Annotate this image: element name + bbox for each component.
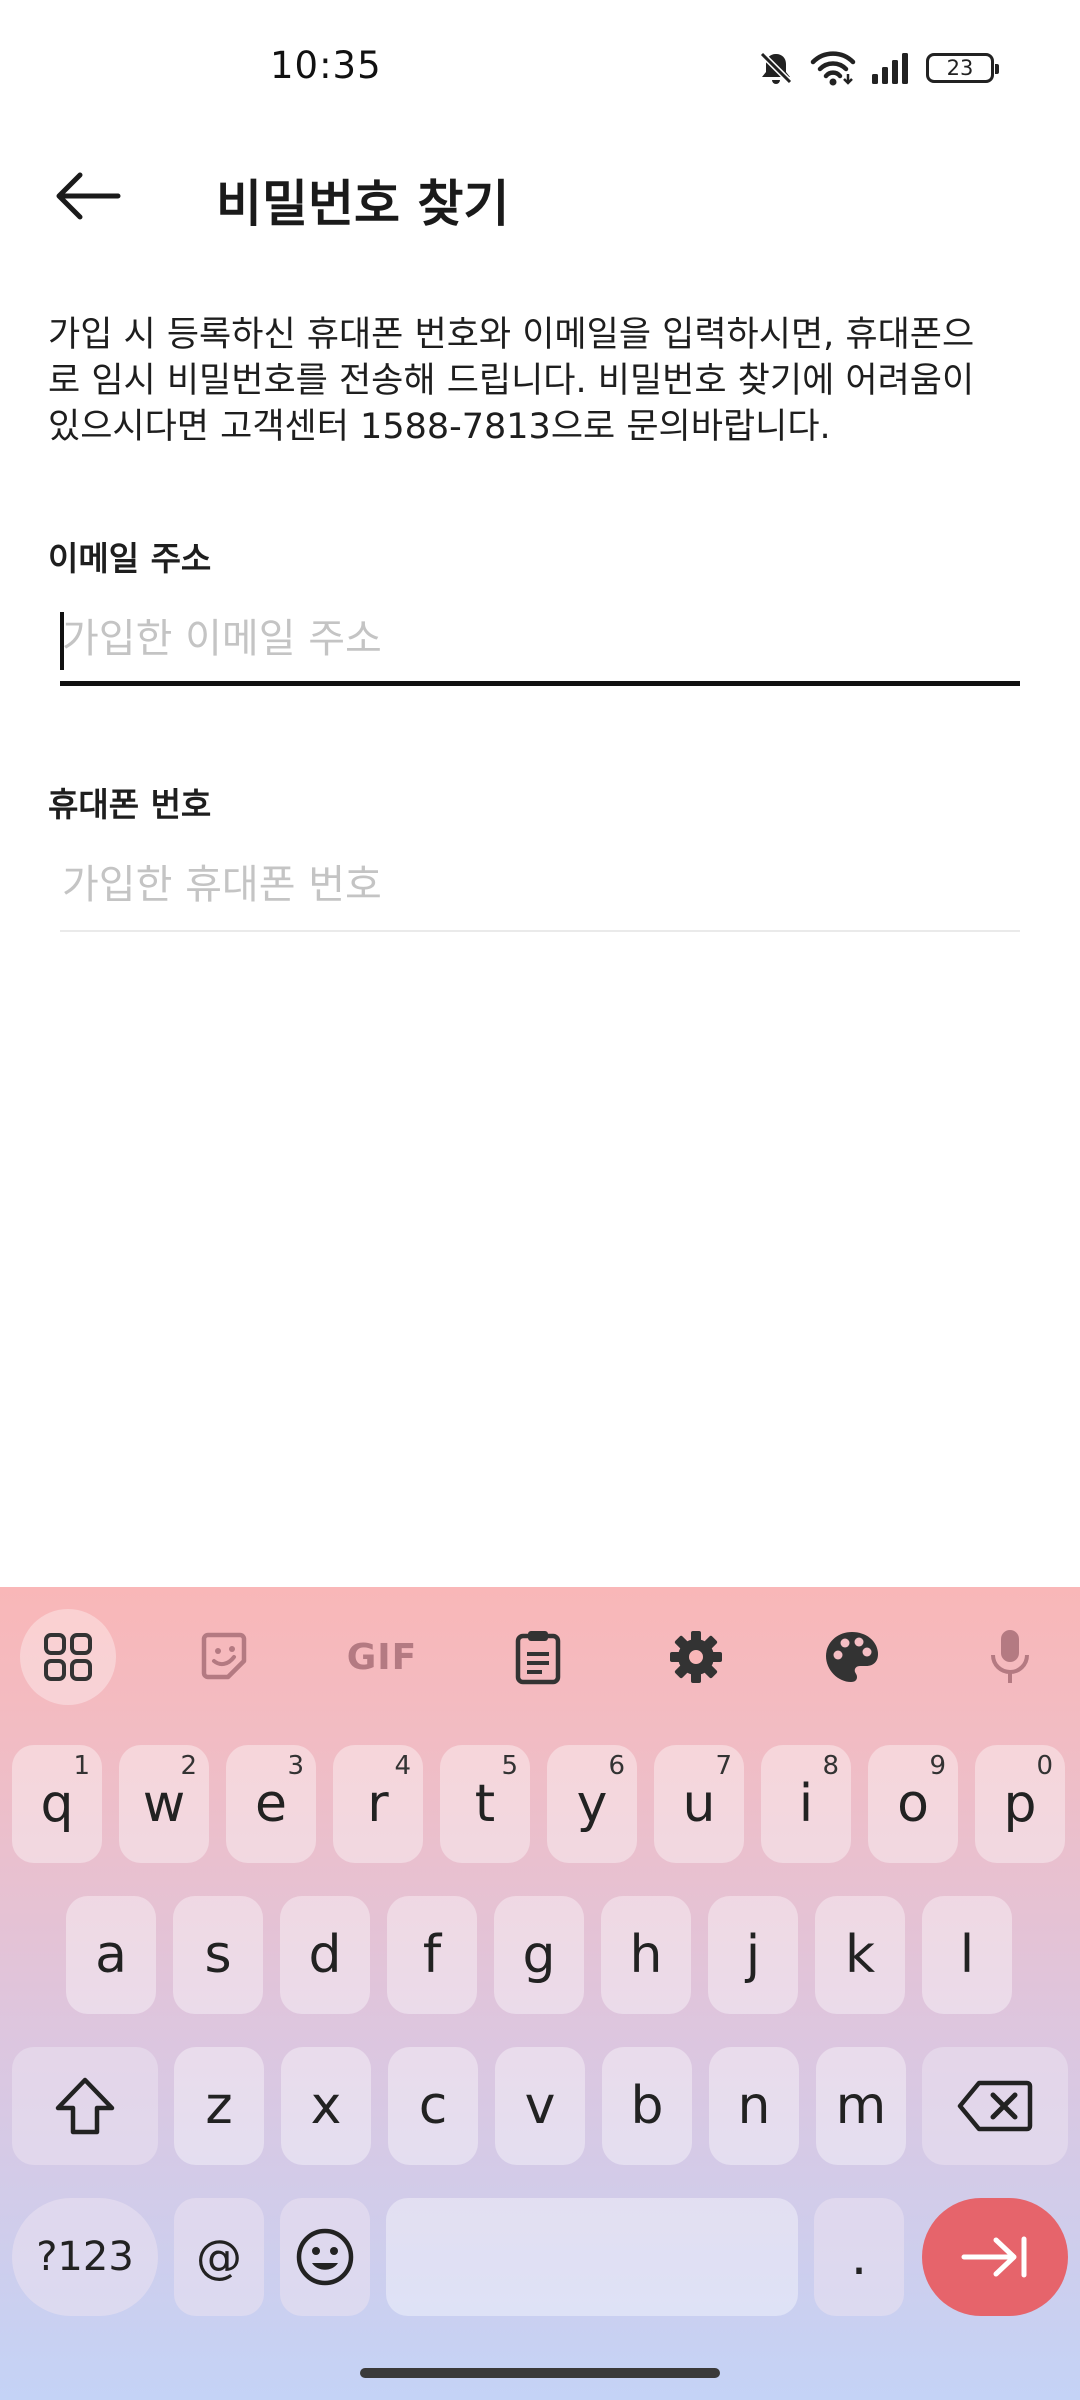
key-f[interactable]: f (387, 1896, 477, 2014)
key-q[interactable]: q1 (12, 1745, 102, 1863)
status-icons: 23 (756, 44, 999, 92)
palette-icon (826, 1632, 878, 1682)
key-number-hint: 3 (287, 1751, 304, 1781)
key-c[interactable]: c (388, 2047, 478, 2165)
mute-icon (759, 51, 793, 85)
next-key[interactable] (922, 2198, 1068, 2316)
navigation-handle[interactable] (360, 2368, 720, 2378)
emoji-icon (296, 2228, 354, 2286)
sticker-button[interactable] (176, 1609, 272, 1705)
at-key[interactable]: @ (174, 2198, 264, 2316)
key-label: p (1003, 1774, 1037, 1834)
email-underline (60, 681, 1020, 686)
theme-button[interactable] (804, 1609, 900, 1705)
key-u[interactable]: u7 (654, 1745, 744, 1863)
email-label: 이메일 주소 (48, 539, 212, 578)
key-label: q (40, 1774, 74, 1834)
backspace-icon (957, 2080, 1033, 2132)
key-m[interactable]: m (816, 2047, 906, 2165)
key-y[interactable]: y6 (547, 1745, 637, 1863)
key-number-hint: 5 (501, 1751, 518, 1781)
key-x[interactable]: x (281, 2047, 371, 2165)
key-label: y (576, 1774, 608, 1834)
text-cursor (60, 612, 64, 670)
email-field-container (60, 604, 1020, 686)
arrow-left-icon (56, 172, 121, 220)
wifi-icon (810, 51, 856, 86)
key-d[interactable]: d (280, 1896, 370, 2014)
period-key[interactable]: . (814, 2198, 904, 2316)
key-k[interactable]: k (815, 1896, 905, 2014)
key-label: r (367, 1774, 389, 1834)
key-number-hint: 1 (73, 1751, 90, 1781)
keyboard: GIF ?123 @ . q 1 w 2 e 3 r 4 t 5 y 6 u 7… (0, 1587, 1080, 2400)
shift-key[interactable] (12, 2047, 158, 2165)
voice-input-button[interactable] (962, 1609, 1058, 1705)
key-o[interactable]: o9 (868, 1745, 958, 1863)
key-i[interactable]: i8 (761, 1745, 851, 1863)
space-key[interactable] (386, 2198, 798, 2316)
key-label: w (142, 1774, 186, 1834)
gif-button[interactable]: GIF (334, 1609, 430, 1705)
sticker-icon (201, 1632, 247, 1680)
key-r[interactable]: r4 (333, 1745, 423, 1863)
key-label: o (897, 1774, 929, 1834)
clipboard-button[interactable] (490, 1609, 586, 1705)
phone-label: 휴대폰 번호 (48, 785, 212, 824)
key-number-hint: 0 (1036, 1751, 1053, 1781)
symbols-key[interactable]: ?123 (12, 2198, 158, 2316)
status-bar: 10:35 23 (0, 0, 1080, 130)
microphone-icon (991, 1630, 1029, 1683)
shift-icon (55, 2077, 115, 2135)
key-number-hint: 6 (608, 1751, 625, 1781)
key-h[interactable]: h (601, 1896, 691, 2014)
status-time: 10:35 (270, 44, 382, 87)
key-z[interactable]: z (174, 2047, 264, 2165)
key-l[interactable]: l (922, 1896, 1012, 2014)
key-g[interactable]: g (494, 1896, 584, 2014)
key-n[interactable]: n (709, 2047, 799, 2165)
key-label: u (682, 1774, 716, 1834)
keyboard-toolbar: GIF (0, 1587, 1080, 1717)
key-label: e (255, 1774, 287, 1834)
settings-gear-icon (670, 1631, 722, 1683)
key-j[interactable]: j (708, 1896, 798, 2014)
key-a[interactable]: a (66, 1896, 156, 2014)
page-title: 비밀번호 찾기 (216, 175, 510, 233)
screen: 10:35 23 비밀번호 찾기 가입 시 등록하신 휴대폰 번호와 이메일을 … (0, 0, 1080, 2400)
tab-next-icon (961, 2236, 1027, 2278)
signal-icon (872, 53, 908, 84)
key-e[interactable]: e3 (226, 1745, 316, 1863)
battery-level: 23 (946, 56, 974, 80)
key-number-hint: 2 (180, 1751, 197, 1781)
email-input[interactable] (60, 604, 1020, 674)
battery-icon: 23 (926, 53, 999, 83)
key-number-hint: 4 (394, 1751, 411, 1781)
key-number-hint: 9 (929, 1751, 946, 1781)
key-v[interactable]: v (495, 2047, 585, 2165)
key-t[interactable]: t5 (440, 1745, 530, 1863)
key-s[interactable]: s (173, 1896, 263, 2014)
gif-icon: GIF (346, 1636, 418, 1678)
key-w[interactable]: w2 (119, 1745, 209, 1863)
settings-button[interactable] (648, 1609, 744, 1705)
phone-input[interactable] (60, 850, 1020, 920)
clipboard-icon (515, 1631, 561, 1685)
key-number-hint: 8 (822, 1751, 839, 1781)
key-label: t (474, 1774, 496, 1834)
apps-icon (44, 1633, 92, 1681)
description-text: 가입 시 등록하신 휴대폰 번호와 이메일을 입력하시면, 휴대폰으 로 임시 … (48, 315, 975, 447)
key-number-hint: 7 (715, 1751, 732, 1781)
emoji-key[interactable] (280, 2198, 370, 2316)
key-label: i (798, 1774, 814, 1834)
phone-underline (60, 930, 1020, 932)
apps-button[interactable] (20, 1609, 116, 1705)
back-button[interactable] (48, 160, 128, 232)
phone-field-container (60, 850, 1020, 932)
key-p[interactable]: p0 (975, 1745, 1065, 1863)
key-b[interactable]: b (602, 2047, 692, 2165)
backspace-key[interactable] (922, 2047, 1068, 2165)
